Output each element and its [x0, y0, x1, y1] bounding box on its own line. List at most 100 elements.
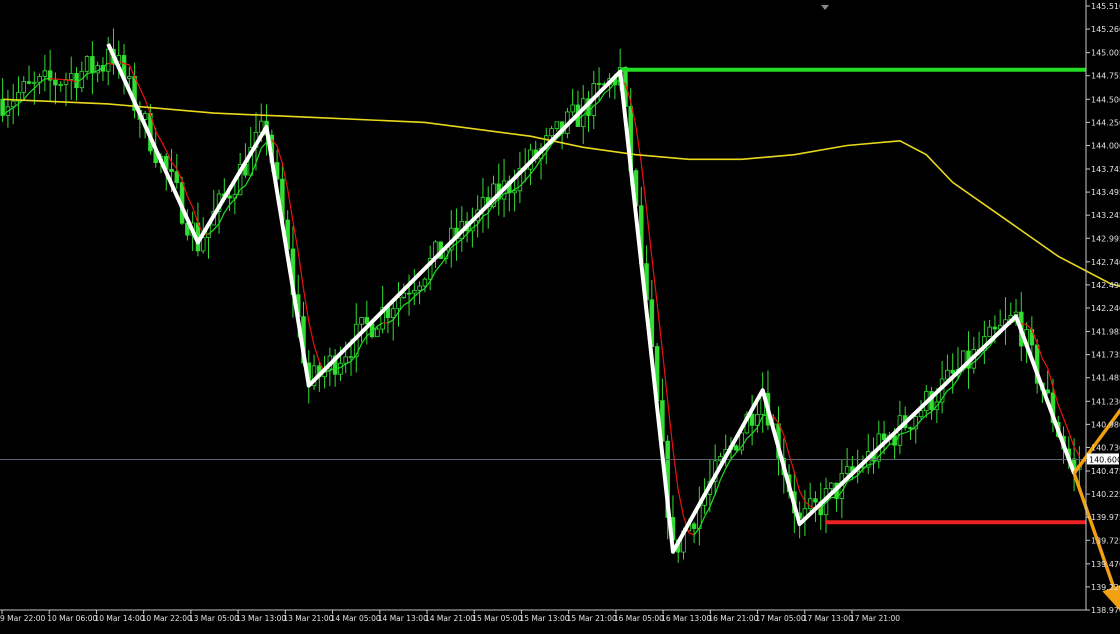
- candle-body: [1046, 390, 1050, 393]
- y-tick-label: 141.985: [1091, 328, 1120, 337]
- y-tick-label: 142.995: [1091, 234, 1120, 243]
- candle-body: [407, 293, 411, 294]
- candle-body: [951, 370, 955, 373]
- candle-body: [882, 434, 886, 440]
- candle-body: [91, 57, 95, 73]
- candle-body: [32, 82, 36, 83]
- candle-body: [993, 327, 997, 329]
- x-tick-label: 9 Mar 22:00: [0, 614, 46, 623]
- fast-ma-segment: [335, 368, 340, 369]
- candle-body: [555, 122, 559, 129]
- y-tick-label: 144.500: [1091, 95, 1120, 104]
- candle-body: [946, 370, 950, 379]
- candle-body: [201, 238, 205, 251]
- x-tick-label: 15 Mar 21:00: [567, 614, 617, 623]
- y-tick-label: 145.510: [1091, 2, 1120, 11]
- candle-body: [228, 196, 232, 198]
- x-tick-label: 10 Mar 06:00: [47, 614, 97, 623]
- x-tick-label: 14 Mar 05:00: [331, 614, 381, 623]
- x-tick-label: 13 Mar 13:00: [236, 614, 286, 623]
- y-tick-label: 140.475: [1091, 467, 1120, 476]
- x-tick-label: 13 Mar 21:00: [283, 614, 333, 623]
- current-price-label: 140.600: [1089, 455, 1120, 464]
- x-tick-label: 14 Mar 13:00: [378, 614, 428, 623]
- candle-body: [360, 318, 364, 325]
- candle-body: [988, 327, 992, 337]
- candle-body: [106, 49, 110, 71]
- x-tick-label: 15 Mar 05:00: [472, 614, 522, 623]
- candle-body: [550, 129, 554, 136]
- candle-body: [391, 309, 395, 318]
- candle-body: [418, 286, 422, 290]
- candle-body: [43, 71, 47, 77]
- candle-body: [54, 80, 58, 85]
- candle-body: [1, 99, 5, 115]
- y-tick-label: 145.260: [1091, 25, 1120, 34]
- candle-body: [127, 76, 131, 78]
- y-tick-label: 140.225: [1091, 490, 1120, 499]
- y-tick-label: 141.230: [1091, 397, 1120, 406]
- candle-body: [170, 169, 174, 171]
- candle-body: [69, 73, 73, 79]
- candle-body: [96, 66, 100, 73]
- y-tick-label: 142.740: [1091, 258, 1120, 267]
- candle-body: [175, 172, 179, 183]
- fast-ma-segment: [61, 79, 66, 80]
- y-tick-label: 138.970: [1091, 606, 1120, 615]
- candle-body: [22, 82, 26, 93]
- candle-body: [75, 73, 79, 87]
- y-tick-label: 140.980: [1091, 420, 1120, 429]
- y-tick-label: 143.495: [1091, 188, 1120, 197]
- y-tick-label: 139.470: [1091, 560, 1120, 569]
- x-tick-label: 10 Mar 22:00: [142, 614, 192, 623]
- y-tick-label: 141.485: [1091, 374, 1120, 383]
- x-tick-label: 14 Mar 21:00: [425, 614, 475, 623]
- y-tick-label: 143.745: [1091, 165, 1120, 174]
- x-tick-label: 17 Mar 21:00: [850, 614, 900, 623]
- candle-body: [909, 428, 913, 429]
- candle-body: [376, 329, 380, 337]
- x-tick-label: 10 Mar 14:00: [94, 614, 144, 623]
- candle-body: [344, 357, 348, 363]
- candle-body: [365, 318, 369, 324]
- chart-svg: 145.510 145.260 145.005 144.755 144.500 144.2…: [0, 0, 1120, 630]
- y-tick-label: 144.755: [1091, 72, 1120, 81]
- candle-body: [59, 84, 63, 85]
- y-tick-label: 142.240: [1091, 304, 1120, 313]
- candle-body: [513, 191, 517, 193]
- y-tick-label: 145.005: [1091, 49, 1120, 58]
- fast-ma-segment: [1021, 324, 1026, 325]
- y-tick-label: 142.490: [1091, 281, 1120, 290]
- candle-body: [339, 363, 343, 374]
- x-tick-label: 17 Mar 13:00: [803, 614, 853, 623]
- x-tick-label: 15 Mar 13:00: [519, 614, 569, 623]
- candle-body: [412, 290, 416, 293]
- candle-body: [829, 483, 833, 488]
- candle-body: [27, 82, 31, 84]
- y-tick-label: 143.245: [1091, 211, 1120, 220]
- y-tick-label: 140.730: [1091, 443, 1120, 452]
- candle-body: [11, 101, 15, 107]
- candle-body: [349, 357, 353, 358]
- x-tick-label: 17 Mar 05:00: [756, 614, 806, 623]
- y-tick-label: 144.000: [1091, 141, 1120, 150]
- y-tick-label: 139.725: [1091, 536, 1120, 545]
- x-tick-label: 16 Mar 13:00: [661, 614, 711, 623]
- y-tick-label: 141.735: [1091, 351, 1120, 360]
- x-tick-label: 13 Mar 05:00: [189, 614, 239, 623]
- y-tick-label: 139.975: [1091, 513, 1120, 522]
- candle-body: [85, 57, 89, 72]
- y-tick-label: 144.250: [1091, 118, 1120, 127]
- price-chart[interactable]: 145.510 145.260 145.005 144.755 144.500 144.2…: [0, 0, 1120, 630]
- candle-body: [919, 411, 923, 417]
- candle-body: [423, 279, 427, 286]
- candle-body: [750, 414, 754, 425]
- candle-body: [814, 499, 818, 502]
- fast-ma-segment: [66, 80, 71, 81]
- x-tick-label: 16 Mar 21:00: [708, 614, 758, 623]
- y-tick-label: 139.220: [1091, 583, 1120, 592]
- candle-body: [845, 467, 849, 474]
- candle-body: [597, 83, 601, 84]
- candle-body: [571, 105, 575, 112]
- x-tick-label: 16 Mar 05:00: [614, 614, 664, 623]
